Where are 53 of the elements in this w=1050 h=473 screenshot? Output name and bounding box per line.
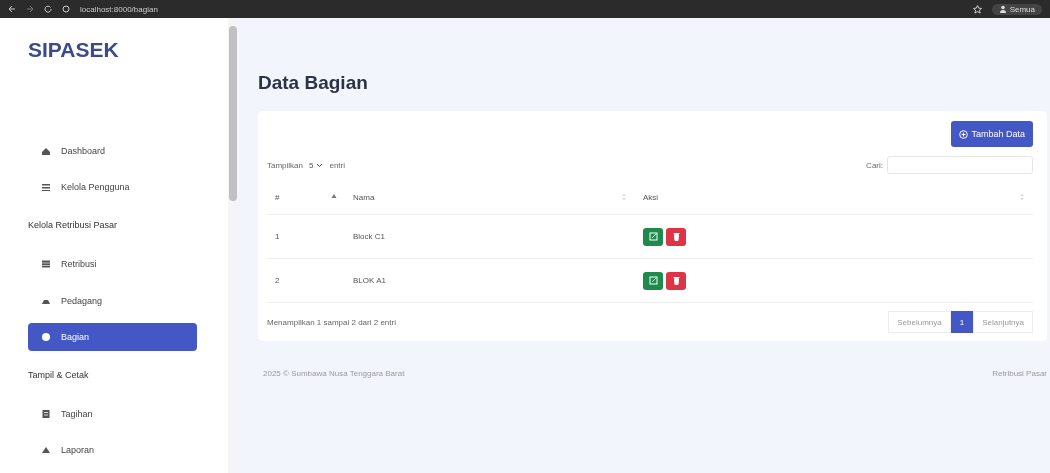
sidebar-item[interactable]: Laporan — [28, 436, 197, 465]
circle-icon — [41, 332, 51, 343]
delete-button[interactable] — [666, 271, 686, 290]
length-label: Tampilkan — [267, 160, 303, 170]
column-header[interactable]: Aksi — [635, 180, 1033, 214]
triangle-icon — [41, 445, 51, 456]
pagination-button[interactable]: 1 — [950, 311, 974, 333]
address-bar-url[interactable]: localhost:8000/bagian — [80, 4, 158, 14]
forward-icon[interactable] — [26, 5, 34, 13]
reload-icon[interactable] — [44, 5, 52, 13]
footer-text: 2025 © Sumbawa Nusa Tenggara Barat — [263, 369, 405, 378]
sort-ascending-icon[interactable] — [331, 193, 337, 201]
column-header[interactable]: # — [267, 180, 345, 214]
table-cell: 2 — [275, 276, 280, 285]
trash-icon — [671, 232, 681, 241]
list-icon — [41, 182, 51, 193]
sidebar-item[interactable]: Retribusi — [28, 250, 197, 278]
back-icon[interactable] — [8, 5, 16, 13]
profile-button[interactable]: Semua — [991, 3, 1042, 15]
table-cell: BLOK A1 — [353, 276, 386, 285]
sidebar-section-title: Tampil & Cetak — [28, 368, 89, 382]
edit-icon — [648, 276, 658, 285]
edit-button[interactable] — [643, 227, 663, 246]
search-field[interactable] — [887, 156, 1033, 174]
brand-title: SIPASEK — [28, 38, 119, 62]
page-title: Data Bagian — [258, 72, 368, 94]
sidebar-item[interactable]: Bagian — [28, 323, 197, 351]
sidebar-item[interactable]: Kelola Pengguna — [28, 173, 197, 202]
add-data-button[interactable]: Tambah Data — [951, 121, 1033, 147]
column-header[interactable]: Nama — [345, 180, 635, 214]
chevron-down-icon — [316, 162, 324, 168]
edit-button[interactable] — [643, 271, 663, 290]
scrollbar-thumb[interactable] — [229, 26, 237, 201]
plus-circle-icon — [959, 129, 969, 139]
table-icon — [41, 258, 51, 269]
edit-icon — [648, 232, 658, 241]
length-label: entri — [329, 160, 346, 170]
star-icon[interactable] — [972, 4, 982, 14]
sidebar-item[interactable]: Pedagang — [28, 286, 197, 315]
sidebar-item[interactable]: Tagihan — [28, 399, 197, 428]
table-cell: Block C1 — [353, 232, 385, 241]
trash-icon — [671, 276, 681, 285]
footer-text: Retribusi Pasar — [992, 369, 1047, 378]
search-label: Cari: — [866, 160, 883, 170]
sidebar-item[interactable]: Dashboard — [28, 137, 197, 165]
sidebar-section-title: Kelola Retribusi Pasar — [28, 219, 118, 233]
person-icon — [998, 5, 1007, 13]
house-icon — [41, 145, 51, 156]
table-cell: 1 — [275, 232, 280, 241]
table-info: Menampilkan 1 sampai 2 dari 2 entri — [267, 317, 396, 327]
site-info-icon[interactable] — [62, 5, 70, 13]
document-icon — [41, 408, 51, 419]
delete-button[interactable] — [666, 227, 686, 246]
